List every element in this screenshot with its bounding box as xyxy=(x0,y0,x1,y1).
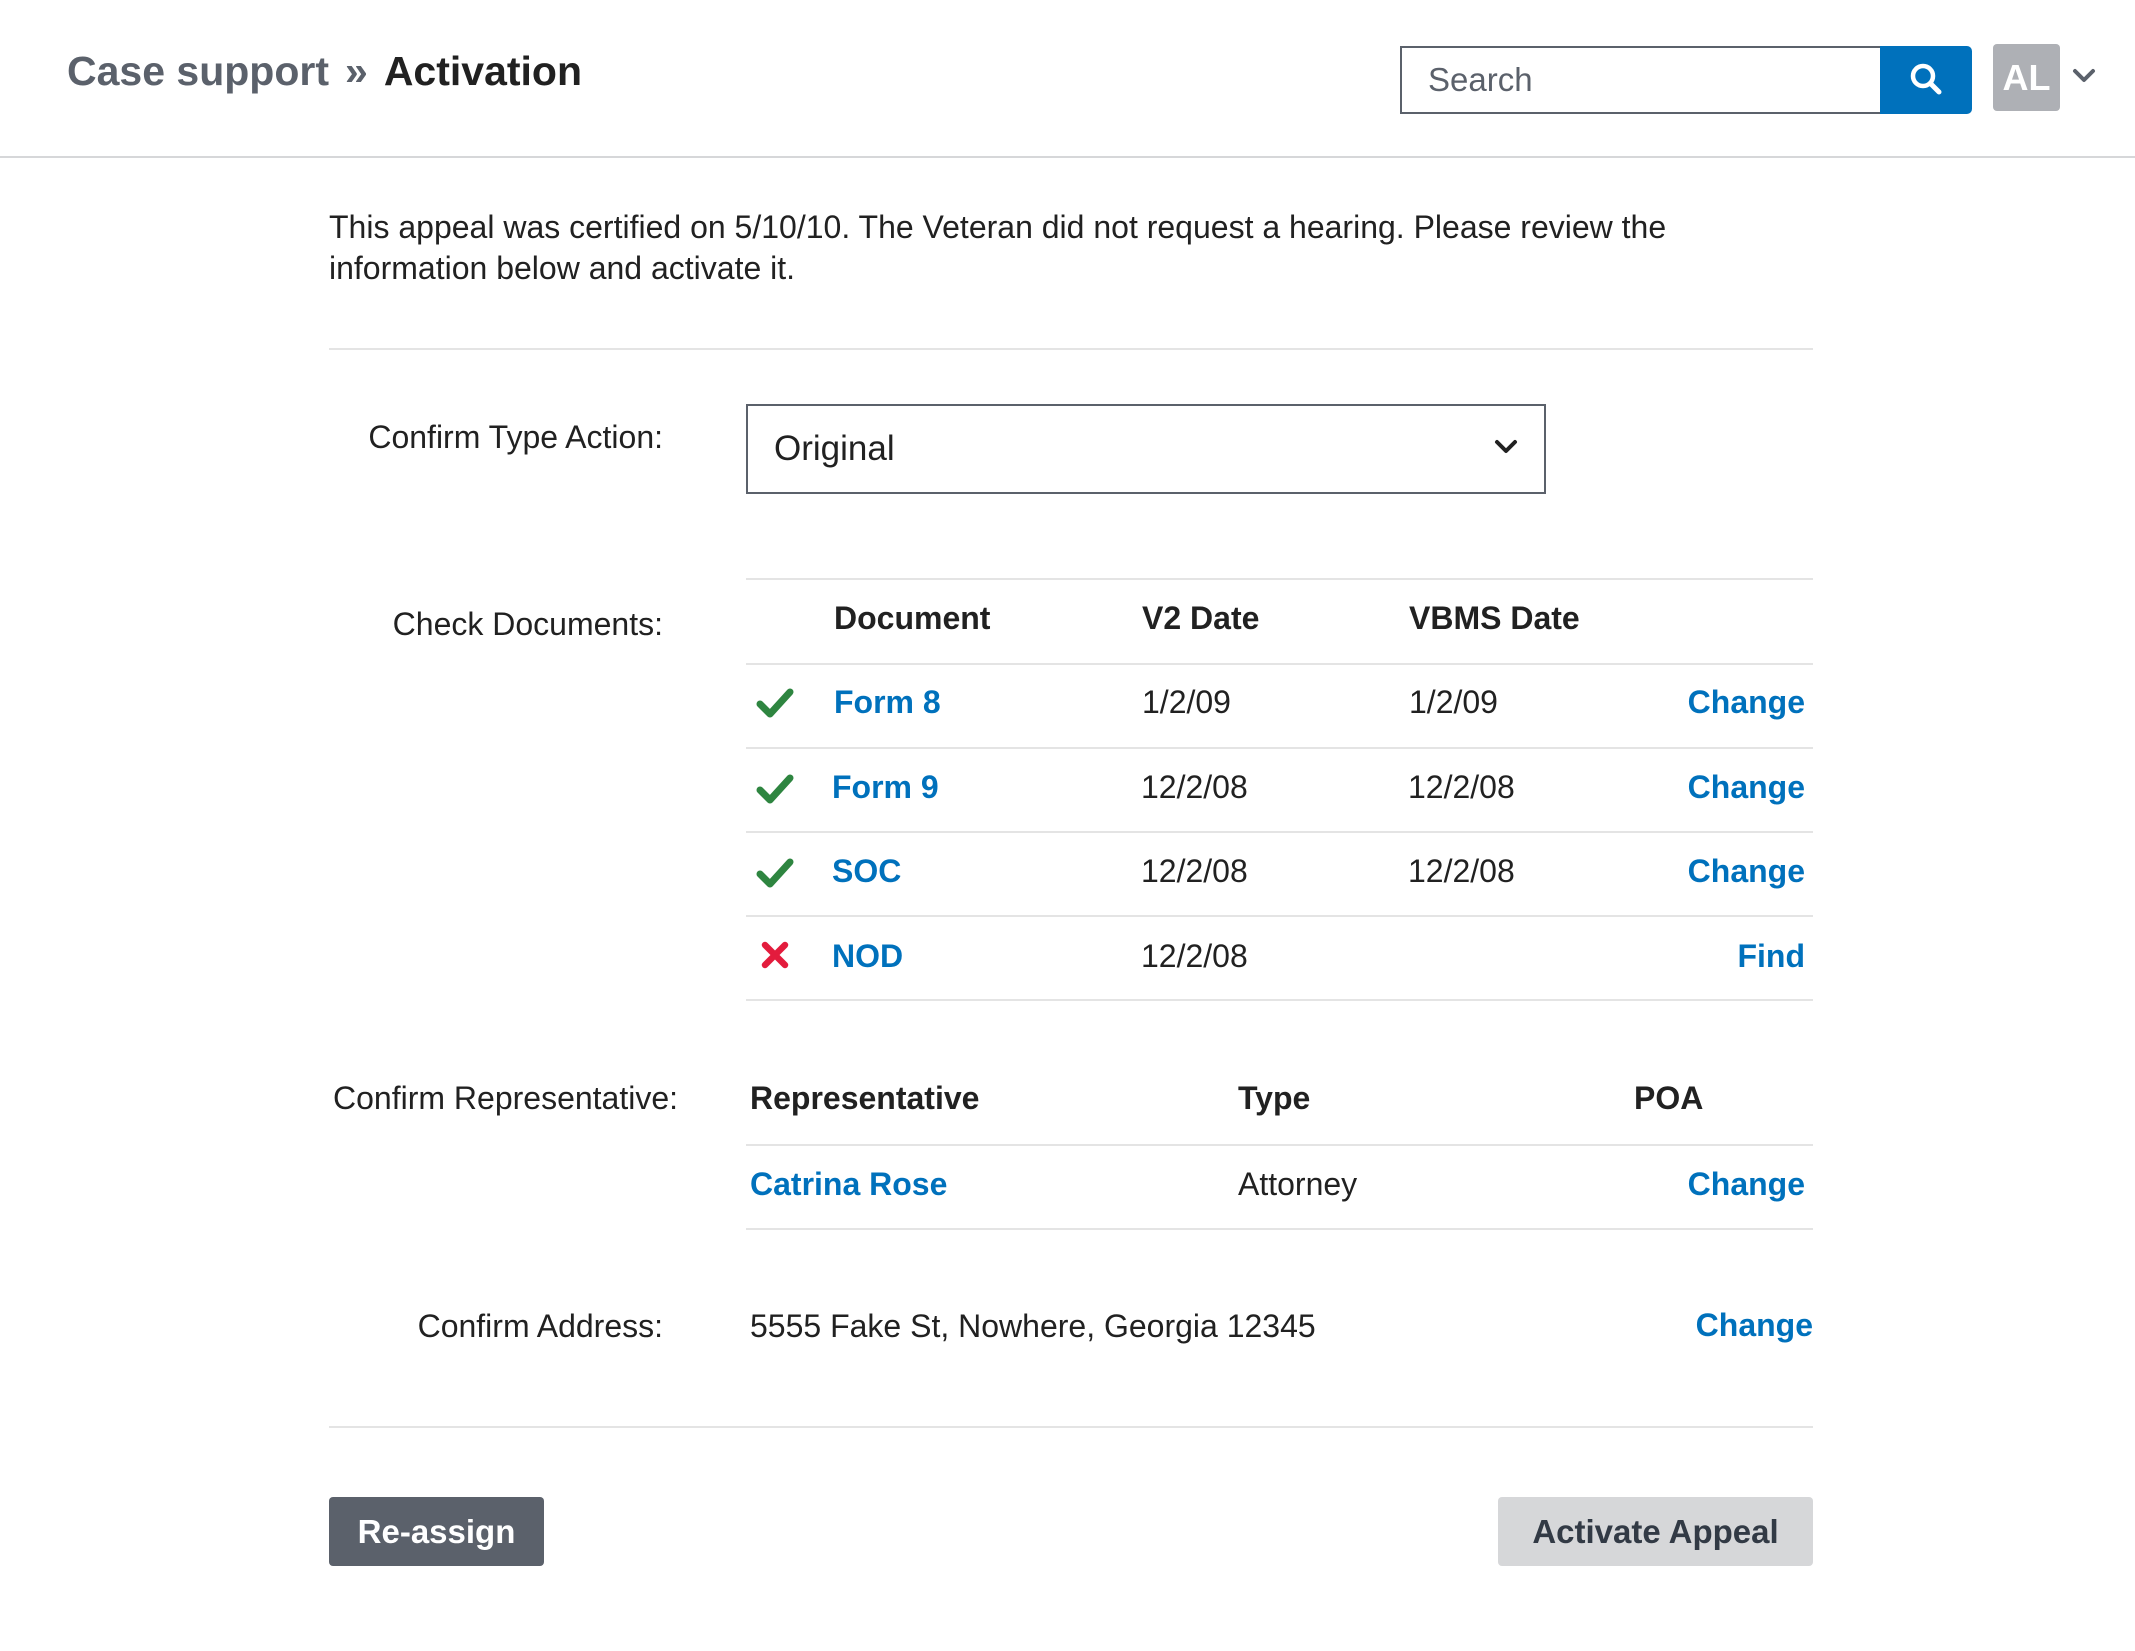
column-header-representative: Representative xyxy=(750,1080,980,1116)
check-icon xyxy=(756,857,794,889)
vbms-date: 12/2/08 xyxy=(1408,769,1515,805)
confirm-representative-label: Confirm Representative: xyxy=(333,1080,679,1116)
page-header: Case support » Activation AL xyxy=(0,0,2135,158)
breadcrumb: Case support » Activation xyxy=(67,48,582,95)
document-link[interactable]: Form 9 xyxy=(832,769,939,806)
search-icon xyxy=(1909,62,1943,99)
page-title: Activation xyxy=(383,48,583,94)
table-row: Catrina Rose Attorney Change xyxy=(746,1146,1813,1230)
x-icon xyxy=(760,940,790,970)
change-link[interactable]: Change xyxy=(1688,769,1805,806)
change-link[interactable]: Change xyxy=(1688,684,1805,721)
table-row: Form 8 1/2/09 1/2/09 Change xyxy=(746,664,1813,749)
column-header-type: Type xyxy=(1238,1080,1311,1116)
table-row: Form 9 12/2/08 12/2/08 Change xyxy=(746,749,1813,833)
check-icon xyxy=(756,687,794,719)
document-link[interactable]: Form 8 xyxy=(834,684,941,721)
reassign-button[interactable]: Re-assign xyxy=(329,1497,544,1566)
table-row: SOC 12/2/08 12/2/08 Change xyxy=(746,833,1813,917)
v2-date: 1/2/09 xyxy=(1142,684,1231,720)
document-link[interactable]: SOC xyxy=(832,853,901,890)
address-value: 5555 Fake St, Nowhere, Georgia 12345 xyxy=(750,1308,1316,1344)
vbms-date: 1/2/09 xyxy=(1409,684,1498,720)
type-action-selected-value: Original xyxy=(774,429,895,468)
vbms-date: 12/2/08 xyxy=(1408,853,1515,889)
type-action-label: Confirm Type Action: xyxy=(368,419,663,455)
documents-header-row: Document V2 Date VBMS Date xyxy=(746,578,1813,665)
column-header-document: Document xyxy=(834,600,991,636)
document-link[interactable]: NOD xyxy=(832,938,903,975)
change-address-link[interactable]: Change xyxy=(1696,1307,1813,1344)
confirm-address-label: Confirm Address: xyxy=(417,1308,663,1344)
search-input[interactable] xyxy=(1400,46,1880,114)
divider xyxy=(329,348,1813,350)
v2-date: 12/2/08 xyxy=(1141,769,1248,805)
intro-text: This appeal was certified on 5/10/10. Th… xyxy=(329,209,1667,286)
check-documents-label: Check Documents: xyxy=(392,606,663,642)
chevron-down-icon xyxy=(1494,439,1518,460)
search-button[interactable] xyxy=(1880,46,1972,114)
table-row: NOD 12/2/08 Find xyxy=(746,917,1813,1001)
v2-date: 12/2/08 xyxy=(1141,853,1248,889)
breadcrumb-separator: » xyxy=(345,48,368,94)
user-avatar[interactable]: AL xyxy=(1993,44,2060,111)
representative-link[interactable]: Catrina Rose xyxy=(750,1166,947,1203)
representative-table: Representative Type POA Catrina Rose Att… xyxy=(746,1060,1813,1230)
chevron-down-icon[interactable] xyxy=(2072,68,2096,89)
column-header-v2-date: V2 Date xyxy=(1142,600,1260,636)
representative-header-row: Representative Type POA xyxy=(746,1060,1813,1146)
column-header-vbms-date: VBMS Date xyxy=(1409,600,1580,636)
v2-date: 12/2/08 xyxy=(1141,938,1248,974)
divider xyxy=(329,1426,1813,1428)
column-header-poa: POA xyxy=(1634,1080,1704,1116)
find-link[interactable]: Find xyxy=(1737,938,1805,975)
activate-appeal-button[interactable]: Activate Appeal xyxy=(1498,1497,1813,1566)
change-link[interactable]: Change xyxy=(1688,853,1805,890)
type-action-select[interactable]: Original xyxy=(746,404,1546,494)
change-link[interactable]: Change xyxy=(1688,1166,1805,1203)
representative-type: Attorney xyxy=(1238,1166,1358,1202)
breadcrumb-parent-link[interactable]: Case support xyxy=(67,48,329,94)
documents-table: Document V2 Date VBMS Date Form 8 1/2/09… xyxy=(746,578,1813,1001)
check-icon xyxy=(756,773,794,805)
